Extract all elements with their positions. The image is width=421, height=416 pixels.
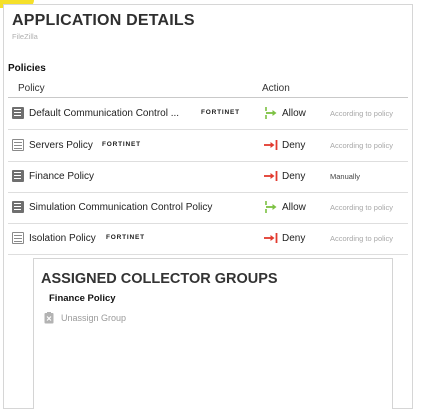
policy-column-header: Policy bbox=[18, 83, 45, 94]
action-mode: According to policy bbox=[330, 234, 393, 243]
policy-doc-outline-icon bbox=[12, 232, 24, 244]
action-value: Deny bbox=[282, 140, 306, 151]
policy-row-isolation[interactable]: Isolation Policy FORTINET Deny According… bbox=[8, 223, 408, 255]
deny-arrow-icon bbox=[264, 171, 278, 181]
page-title: APPLICATION DETAILS bbox=[12, 12, 195, 29]
action-value: Deny bbox=[282, 171, 306, 182]
policy-name: Finance Policy bbox=[29, 171, 95, 182]
policies-section-label: Policies bbox=[8, 63, 46, 74]
unassign-group-label: Unassign Group bbox=[61, 313, 127, 323]
policy-row-servers[interactable]: Servers Policy FORTINET Deny According t… bbox=[8, 130, 408, 162]
policy-row-finance[interactable]: Finance Policy Deny Manually bbox=[8, 161, 408, 193]
action-mode: According to policy bbox=[330, 141, 393, 150]
application-name: FileZilla bbox=[12, 32, 38, 41]
action-column-header: Action bbox=[262, 83, 290, 94]
policy-name: Servers Policy bbox=[29, 140, 93, 151]
fortinet-logo: FORTINET bbox=[201, 109, 240, 116]
policy-doc-filled-icon bbox=[12, 201, 24, 213]
action-value: Allow bbox=[282, 108, 306, 119]
policy-name: Isolation Policy bbox=[29, 233, 96, 244]
collector-groups-title: ASSIGNED COLLECTOR GROUPS bbox=[41, 271, 278, 287]
policy-doc-filled-icon bbox=[12, 107, 24, 119]
page: APPLICATION DETAILS FileZilla Policies P… bbox=[0, 0, 421, 416]
policy-name: Default Communication Control ... bbox=[29, 108, 180, 119]
allow-arrow-icon bbox=[265, 107, 277, 119]
policy-doc-filled-icon bbox=[12, 170, 24, 182]
policy-row-simulation-communication-control[interactable]: Simulation Communication Control Policy … bbox=[8, 192, 408, 224]
fortinet-logo: FORTINET bbox=[102, 141, 141, 148]
action-mode: According to policy bbox=[330, 203, 393, 212]
selected-policy-name: Finance Policy bbox=[49, 293, 116, 304]
action-value: Allow bbox=[282, 202, 306, 213]
fortinet-logo: FORTINET bbox=[106, 234, 145, 241]
policy-name: Simulation Communication Control Policy bbox=[29, 202, 213, 213]
policy-doc-outline-icon bbox=[12, 139, 24, 151]
policies-table-header: Policy Action bbox=[8, 79, 408, 98]
deny-arrow-icon bbox=[264, 140, 278, 150]
assigned-collector-groups-card: ASSIGNED COLLECTOR GROUPS Finance Policy… bbox=[33, 258, 393, 409]
action-mode: According to policy bbox=[330, 109, 393, 118]
policy-row-default-communication-control[interactable]: Default Communication Control ... FORTIN… bbox=[8, 98, 408, 130]
action-mode: Manually bbox=[330, 172, 361, 181]
action-value: Deny bbox=[282, 233, 306, 244]
deny-arrow-icon bbox=[264, 233, 278, 243]
unassign-icon bbox=[44, 312, 54, 324]
allow-arrow-icon bbox=[265, 201, 277, 213]
